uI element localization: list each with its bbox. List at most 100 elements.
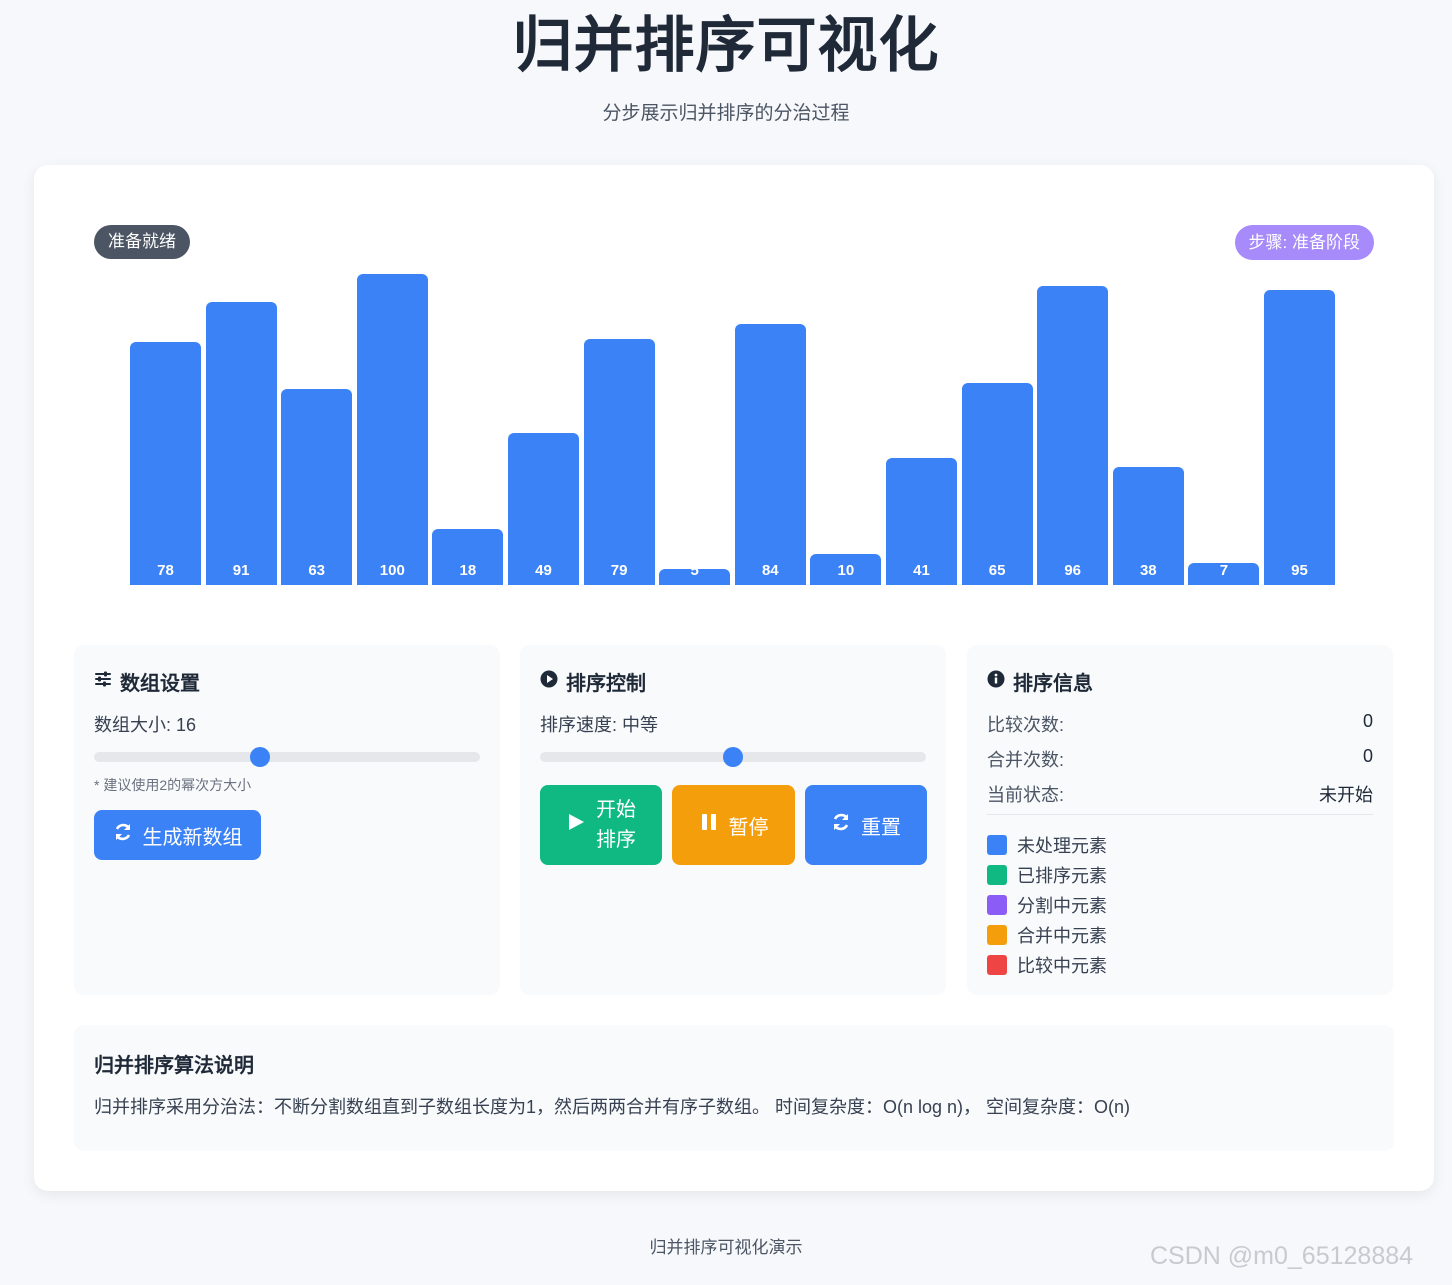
bar: 7 [1188,562,1260,585]
main-card: 准备就绪 步骤: 准备阶段 78 91 63 100 18 49 79 5 84 10 41 65 96… [34,165,1434,1191]
start-sort-label: 开始 排序 [596,795,636,855]
compare-count-label: 比较次数: [987,715,1065,735]
speed-label: 排序速度: 中等 [540,715,659,735]
sort-info-panel: 排序信息 比较次数: 0 合并次数: 0 当前状态: 未开始 未处理元素已排序元… [967,645,1393,995]
merge-count-value: 0 [1362,746,1373,766]
algorithm-description-box: 归并排序算法说明 归并排序采用分治法：不断分割数组直到子数组长度为1，然后两两合… [74,1025,1394,1151]
bar-value-label: 84 [761,562,779,579]
legend-item: 合并中元素 [987,922,1107,948]
algorithm-description: 归并排序采用分治法：不断分割数组直到子数组长度为1，然后两两合并有序子数组。 时… [94,1097,1131,1117]
start-sort-label-line2: 排序 [596,829,636,851]
sort-control-panel: 排序控制 排序速度: 中等 开始 排序 暂停 重置 [520,645,946,995]
bar: 95 [1264,289,1335,585]
bar: 5 [659,562,731,585]
bar: 96 [1037,286,1109,585]
legend-label: 未处理元素 [1017,836,1107,856]
array-settings-title: 数组设置 [94,667,200,696]
bar-value-label: 100 [379,562,405,579]
bar: 10 [810,553,882,585]
pause-button[interactable]: 暂停 [672,785,795,865]
bar: 78 [130,342,201,585]
bar: 49 [508,432,579,585]
page-title: 归并排序可视化 [512,12,940,79]
legend-swatch [987,865,1007,885]
info-icon [987,670,1005,694]
current-status-row: 当前状态: 未开始 [987,781,1373,807]
bar: 91 [205,302,277,585]
speed-slider[interactable] [540,747,926,767]
sort-control-title: 排序控制 [540,667,646,696]
bar-value-label: 10 [837,562,855,579]
compare-count-value: 0 [1362,711,1373,731]
array-size-slider[interactable] [94,747,480,767]
bar-value-label: 96 [1064,562,1082,579]
bar-value-label: 5 [690,562,699,579]
current-status-value: 未开始 [1319,785,1373,805]
bar: 63 [281,389,353,585]
bar: 38 [1112,466,1184,585]
array-size-label: 数组大小: 16 [94,715,197,735]
merge-count-row: 合并次数: 0 [987,746,1373,772]
array-settings-panel: 数组设置 数组大小: 16 * 建议使用2的幂次方大小 生成新数组 [74,645,500,995]
generate-array-label: 生成新数组 [142,826,243,849]
page-subtitle: 分步展示归并排序的分治过程 [602,103,850,124]
legend-item: 已排序元素 [987,862,1107,888]
sort-control-label: 排序控制 [566,673,646,695]
bar: 41 [886,457,957,585]
generate-array-button[interactable]: 生成新数组 [94,810,261,860]
bar-value-label: 78 [157,562,174,579]
reset-button[interactable]: 重置 [805,785,927,865]
sliders-icon [94,670,112,694]
pause-icon [699,812,719,838]
speed-slider-thumb[interactable] [723,747,743,767]
watermark: CSDN @m0_65128884 [1150,1242,1414,1270]
bar-value-label: 95 [1291,562,1308,579]
legend-swatch [987,955,1007,975]
bar: 65 [961,382,1033,585]
bar-value-label: 41 [913,562,930,579]
bar-value-label: 49 [535,562,552,579]
step-badge: 步骤: 准备阶段 [1234,225,1374,260]
reset-label: 重置 [861,816,901,839]
refresh-icon [831,812,851,838]
bar-chart: 78 91 63 100 18 49 79 5 84 10 41 65 96 38 7 95 [130,270,1340,585]
merge-count-label: 合并次数: [987,750,1065,770]
refresh-icon [113,822,133,848]
compare-count-row: 比较次数: 0 [987,711,1373,737]
sort-info-title: 排序信息 [987,667,1093,696]
bar: 84 [734,323,806,585]
legend-label: 比较中元素 [1017,956,1107,976]
sort-info-label: 排序信息 [1013,673,1093,695]
size-hint: * 建议使用2的幂次方大小 [94,777,252,793]
legend-label: 已排序元素 [1017,866,1107,886]
bar-value-label: 65 [988,562,1006,579]
current-status-label: 当前状态: [987,785,1065,805]
legend-label: 分割中元素 [1017,896,1107,916]
array-settings-label: 数组设置 [120,673,200,695]
legend-label: 合并中元素 [1017,926,1107,946]
bar-value-label: 7 [1219,562,1229,579]
info-divider [987,814,1373,815]
array-size-slider-thumb[interactable] [249,747,270,767]
bar-value-label: 79 [610,562,628,579]
play-icon [566,812,586,838]
bar-value-label: 18 [459,562,477,579]
pause-label: 暂停 [728,816,769,839]
start-sort-button[interactable]: 开始 排序 [540,785,662,865]
legend-item: 比较中元素 [987,952,1107,978]
bar: 79 [583,339,655,585]
bar-value-label: 38 [1139,562,1157,579]
legend-swatch [987,895,1007,915]
play-circle-icon [540,670,558,694]
legend-swatch [987,925,1007,945]
start-sort-label-line1: 开始 [596,799,636,821]
legend-item: 未处理元素 [987,832,1107,858]
status-badge: 准备就绪 [94,225,190,259]
bar: 18 [432,529,504,585]
bar-value-label: 63 [308,562,326,579]
legend-item: 分割中元素 [987,892,1107,918]
legend-swatch [987,835,1007,855]
bar-value-label: 91 [232,562,250,579]
bar: 100 [356,274,428,585]
algorithm-title: 归并排序算法说明 [94,1055,254,1077]
